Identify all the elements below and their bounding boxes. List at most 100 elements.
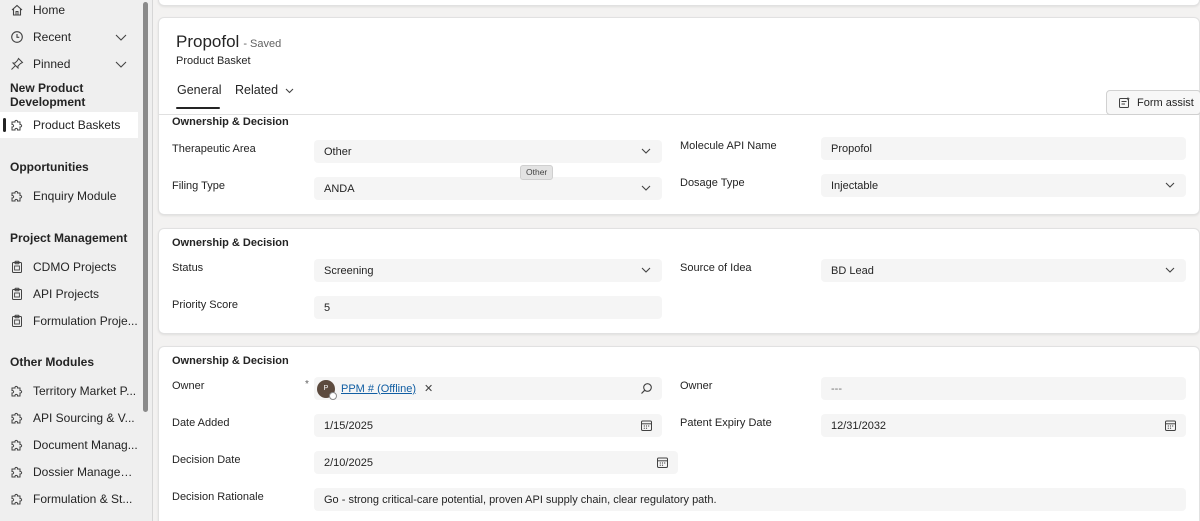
sidebar-item-formulation-projects[interactable]: Formulation Proje...: [0, 308, 138, 334]
input-value: 12/31/2032: [831, 419, 887, 432]
decision-rationale-input[interactable]: Go - strong critical-care potential, pro…: [314, 488, 1186, 511]
status-select[interactable]: Screening: [314, 259, 662, 282]
sidebar-group-project-management: Project Management: [10, 231, 128, 245]
field-label-status: Status: [172, 262, 204, 274]
field-label-owner: Owner: [172, 380, 205, 392]
clipboard-icon: [10, 287, 24, 301]
select-value: ANDA: [324, 182, 355, 195]
chevron-down-icon[interactable]: [114, 57, 128, 71]
sidebar-item-formulation-stability[interactable]: Formulation & St...: [0, 486, 138, 512]
owner-link[interactable]: PPM # (Offline): [341, 383, 416, 395]
clipboard-icon: [10, 314, 24, 328]
field-label-source-of-idea: Source of Idea: [680, 262, 752, 274]
section-card-2: Ownership & Decision Status Screening Pr…: [158, 228, 1200, 334]
calendar-icon[interactable]: [656, 456, 669, 469]
molecule-api-name-input[interactable]: Propofol: [821, 137, 1186, 160]
field-label-decision-rationale: Decision Rationale: [172, 491, 264, 503]
sidebar-item-dossier-management[interactable]: Dossier Managem...: [0, 459, 138, 485]
filing-type-select[interactable]: ANDA: [314, 177, 662, 200]
sidebar-item-label: CDMO Projects: [33, 260, 117, 274]
priority-score-input[interactable]: 5: [314, 296, 662, 319]
sidebar-group-opportunities: Opportunities: [10, 160, 89, 174]
tooltip: Other: [520, 165, 554, 180]
avatar-initial: P: [323, 385, 329, 392]
input-value: 1/15/2025: [324, 419, 373, 432]
sidebar-item-recent[interactable]: Recent: [0, 24, 138, 50]
field-label-patent-expiry: Patent Expiry Date: [680, 417, 772, 429]
sidebar-item-home[interactable]: Home: [0, 0, 138, 23]
tab-general[interactable]: General: [177, 83, 221, 97]
sidebar-item-document-management[interactable]: Document Manag...: [0, 432, 138, 458]
sidebar-item-label: Home: [33, 3, 66, 17]
select-value: Injectable: [831, 179, 879, 192]
puzzle-icon: [10, 118, 24, 132]
owner-lookup[interactable]: P PPM # (Offline) ✕: [314, 377, 662, 400]
remove-owner-icon[interactable]: ✕: [424, 382, 433, 395]
input-value: Propofol: [831, 142, 872, 155]
sidebar-item-label: Formulation & St...: [33, 492, 133, 506]
sidebar-group-other-modules: Other Modules: [10, 355, 95, 369]
tab-related[interactable]: Related: [235, 83, 295, 97]
calendar-icon[interactable]: [1164, 419, 1177, 432]
sidebar-nav: Home Recent Pinned New Product Developme…: [0, 0, 153, 521]
sidebar-item-label: Product Baskets: [33, 118, 121, 132]
decision-date-input[interactable]: 2/10/2025: [314, 451, 678, 474]
section-card-3: Ownership & Decision Owner * P PPM # (Of…: [158, 346, 1200, 521]
clock-icon: [10, 30, 24, 44]
select-value: Screening: [324, 264, 374, 277]
field-label-owner-2: Owner: [680, 380, 713, 392]
section-card-1: Ownership & Decision Therapeutic Area Ot…: [158, 115, 1200, 215]
puzzle-icon: [10, 465, 24, 479]
form-assist-button[interactable]: Form assist: [1106, 90, 1200, 115]
sidebar-item-api-sourcing[interactable]: API Sourcing & V...: [0, 405, 138, 431]
chevron-down-icon: [641, 148, 651, 154]
select-value: Other: [324, 145, 352, 158]
field-label-dosage-type: Dosage Type: [680, 177, 745, 189]
puzzle-icon: [10, 492, 24, 506]
calendar-icon[interactable]: [640, 419, 653, 432]
input-value: Go - strong critical-care potential, pro…: [324, 493, 717, 506]
sidebar-item-cdmo-projects[interactable]: CDMO Projects: [0, 254, 138, 280]
field-label-priority-score: Priority Score: [172, 299, 239, 311]
field-label-therapeutic-area: Therapeutic Area: [172, 143, 256, 155]
page-title: Propofol - Saved: [176, 32, 281, 52]
clipboard-icon: [10, 260, 24, 274]
field-label-molecule-api-name: Molecule API Name: [680, 140, 777, 152]
date-added-input[interactable]: 1/15/2025: [314, 414, 662, 437]
sidebar-item-pinned[interactable]: Pinned: [0, 51, 138, 77]
sidebar-item-label: Territory Market P...: [33, 384, 137, 398]
sidebar-item-api-projects[interactable]: API Projects: [0, 281, 138, 307]
sidebar-item-label: Document Manag...: [33, 438, 138, 452]
sidebar-item-label: Formulation Proje...: [33, 314, 138, 328]
dosage-type-select[interactable]: Injectable: [821, 174, 1186, 197]
chevron-down-icon: [285, 88, 294, 93]
sidebar-item-label: Enquiry Module: [33, 189, 117, 203]
required-indicator: *: [305, 379, 309, 390]
sidebar-item-territory-market[interactable]: Territory Market P...: [0, 378, 138, 404]
search-icon[interactable]: [640, 382, 653, 395]
field-label-decision-date: Decision Date: [172, 454, 241, 466]
sidebar-group-npd: New Product Development: [10, 81, 86, 109]
record-header: Propofol - Saved Product Basket General R…: [158, 17, 1200, 115]
patent-expiry-input[interactable]: 12/31/2032: [821, 414, 1186, 437]
sidebar-item-label: Dossier Managem...: [33, 465, 138, 479]
source-of-idea-select[interactable]: BD Lead: [821, 259, 1186, 282]
sidebar-item-product-baskets[interactable]: Product Baskets: [0, 112, 138, 138]
pin-icon: [10, 57, 24, 71]
sidebar-scrollbar[interactable]: [143, 2, 148, 412]
input-value: 2/10/2025: [324, 456, 373, 469]
home-icon: [10, 3, 24, 17]
form-assist-icon: [1119, 96, 1130, 108]
section-title: Ownership & Decision: [172, 116, 289, 128]
section-title: Ownership & Decision: [172, 355, 289, 367]
therapeutic-area-select[interactable]: Other: [314, 140, 662, 163]
save-status: - Saved: [243, 38, 282, 50]
top-card: [158, 0, 1200, 6]
chevron-down-icon: [1165, 267, 1175, 273]
presence-offline-icon: [329, 391, 337, 400]
chevron-down-icon[interactable]: [114, 30, 128, 44]
owner-persona[interactable]: P PPM # (Offline) ✕: [317, 379, 433, 400]
puzzle-icon: [10, 384, 24, 398]
field-label-filing-type: Filing Type: [172, 180, 225, 192]
sidebar-item-enquiry-module[interactable]: Enquiry Module: [0, 183, 138, 209]
